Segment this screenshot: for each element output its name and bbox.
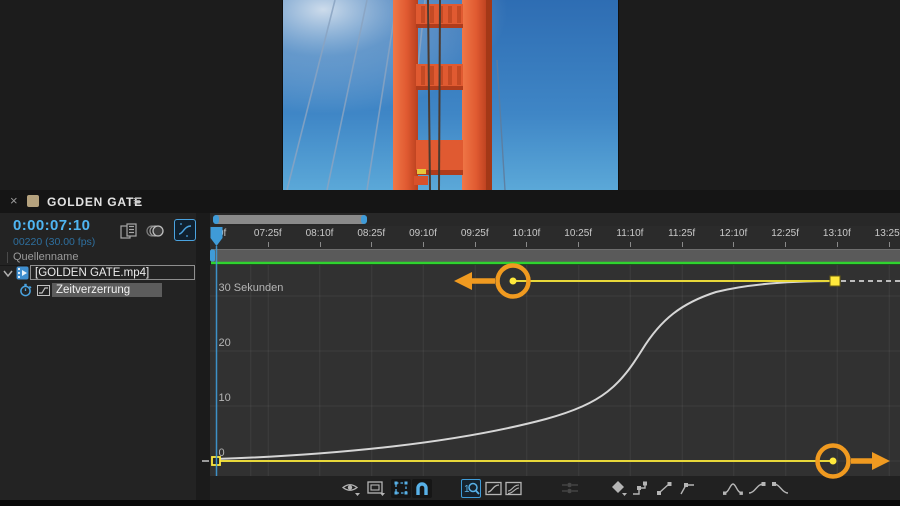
graph-y-label: 0 (218, 447, 225, 459)
layer-name[interactable]: [GOLDEN GATE.mp4] (30, 265, 195, 280)
ruler-label: 12:25f (771, 228, 799, 239)
easy-ease-icon[interactable] (723, 479, 743, 498)
ruler-tick (474, 242, 476, 247)
navigator-end-cap[interactable] (361, 215, 367, 224)
graph-y-label: 20 (218, 337, 231, 349)
motion-blur-icon[interactable] (145, 221, 165, 241)
column-header-row: Quellenname (0, 250, 196, 266)
graph-editor-icon[interactable] (174, 219, 196, 241)
video-preview-golden-gate (282, 0, 619, 191)
bottom-edge (0, 500, 900, 506)
ruler-tick (526, 242, 528, 247)
choose-graph-type-icon[interactable] (366, 479, 386, 498)
ruler-label: 10:25f (564, 228, 593, 239)
ruler-tick (888, 242, 890, 247)
graph-plot-area[interactable] (210, 264, 900, 476)
app-window: × GOLDEN GATE ≡ 0:00:07:10 00220 (30.00 … (0, 0, 900, 506)
timeline-left-panel: 0:00:07:10 00220 (30.00 fps) Quellenname (0, 213, 196, 500)
ruler-tick (319, 242, 321, 247)
ruler-tick (422, 242, 424, 247)
stopwatch-icon[interactable] (19, 283, 33, 297)
ruler-label: 07:25f (253, 228, 282, 239)
ruler-label: 13:25f (874, 228, 900, 239)
ruler-tick (785, 242, 787, 247)
fit-selection-to-view-icon[interactable] (484, 479, 504, 498)
ruler-tick (629, 242, 631, 247)
ruler-label: 11:25f (668, 228, 696, 239)
frame-blending-icon[interactable] (118, 221, 138, 241)
ruler-tick (733, 242, 735, 247)
property-name[interactable]: Zeitverzerrung (52, 283, 162, 297)
video-file-icon (16, 266, 29, 280)
ruler-tick (371, 242, 373, 247)
column-divider (7, 252, 8, 263)
hold-interpolation-icon[interactable] (631, 479, 651, 498)
ruler-label-partial: 0f (218, 228, 227, 239)
easy-ease-in-icon[interactable] (747, 479, 767, 498)
auto-bezier-interpolation-icon[interactable] (677, 479, 697, 498)
layer-duration-bar[interactable] (211, 249, 900, 263)
layer-row-golden-gate[interactable]: [GOLDEN GATE.mp4] (0, 265, 196, 282)
show-transform-box-icon[interactable] (391, 478, 411, 498)
ruler-label: 13:10f (822, 228, 851, 239)
ruler-label: 08:10f (305, 228, 334, 239)
property-row-zeitverzerrung[interactable]: Zeitverzerrung (0, 282, 196, 299)
ruler-label: 11:10f (616, 228, 644, 239)
graph-editor-toolbar: 1 (210, 476, 900, 500)
easy-ease-out-icon[interactable] (770, 479, 790, 498)
column-source-name[interactable]: Quellenname (13, 251, 78, 263)
graph-y-label: 30 Sekunden (218, 282, 284, 294)
ruler-tick (578, 242, 580, 247)
time-ruler[interactable]: 0f 07:25f 08:10f 08:25f 09:10f 09:25f 10:10f 1… (210, 226, 900, 251)
auto-zoom-graph-height-icon[interactable]: 1 (461, 478, 481, 498)
maintenance-detail (417, 169, 426, 174)
ruler-label: 10:10f (512, 228, 541, 239)
current-timecode[interactable]: 0:00:07:10 (13, 217, 90, 234)
property-graph-icon[interactable] (37, 285, 50, 296)
ruler-label: 09:10f (409, 228, 437, 239)
ruler-tick (836, 242, 838, 247)
ruler-label: 09:25f (460, 228, 489, 239)
fit-all-graphs-to-view-icon[interactable] (504, 479, 524, 498)
choose-properties-eye-icon[interactable] (341, 479, 361, 498)
timeline-tab-bar: × GOLDEN GATE ≡ (0, 190, 900, 214)
close-icon[interactable]: × (10, 193, 18, 208)
ruler-tick (681, 242, 683, 247)
timeline-navigator-handle[interactable] (213, 215, 367, 224)
ruler-label: 12:10f (719, 228, 748, 239)
edit-selected-keyframes-icon[interactable] (609, 479, 629, 498)
tab-title[interactable]: GOLDEN GATE (47, 195, 143, 209)
ruler-label: 08:25f (357, 228, 386, 239)
comp-color-label[interactable] (27, 195, 39, 207)
linear-interpolation-icon[interactable] (654, 479, 674, 498)
panel-divider[interactable] (196, 213, 210, 500)
graph-y-label: 10 (218, 392, 231, 404)
separate-dimensions-icon (560, 479, 580, 498)
snap-icon[interactable] (412, 478, 432, 498)
ruler-tick (267, 242, 269, 247)
chevron-down-icon[interactable] (3, 270, 13, 277)
panel-menu-icon[interactable]: ≡ (133, 193, 141, 208)
frame-count-fps: 00220 (30.00 fps) (13, 236, 96, 248)
graph-editor-area: 0f 07:25f 08:10f 08:25f 09:10f 09:25f 10:10f 1… (202, 213, 900, 500)
timeline-navigator-track[interactable] (210, 213, 900, 226)
navigator-start-cap[interactable] (213, 215, 219, 224)
